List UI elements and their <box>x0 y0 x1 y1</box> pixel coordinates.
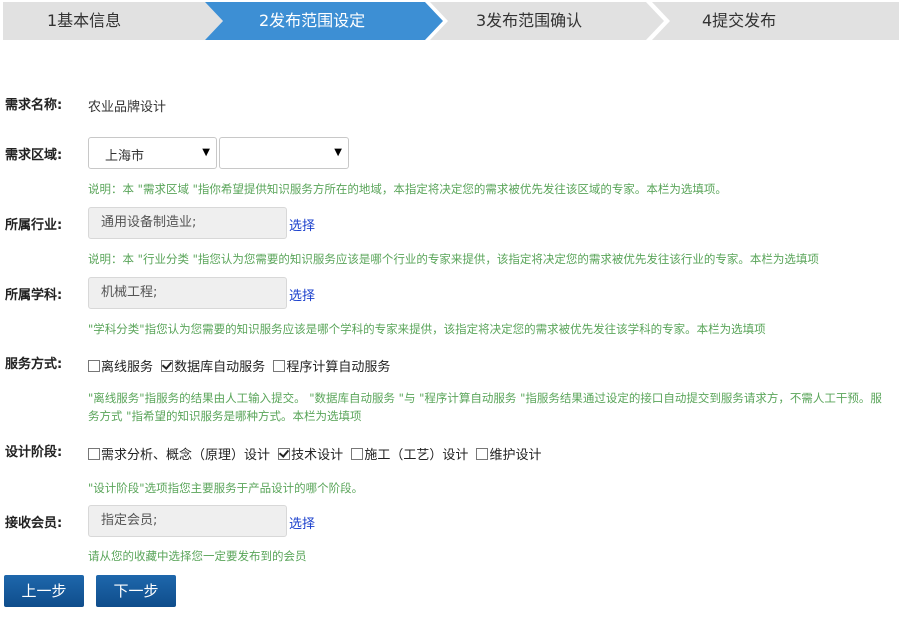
design-stage-hint: "设计阶段"选项指您主要服务于产品设计的哪个阶段。 <box>88 481 364 495</box>
step-label: 2发布范围设定 <box>259 11 366 30</box>
stage-option-maintenance[interactable]: 维护设计 <box>476 448 541 463</box>
option-label: 需求分析、概念（原理）设计 <box>101 448 271 463</box>
checkbox[interactable] <box>161 360 174 372</box>
step-scope-confirm: 3发布范围确认 <box>430 2 664 40</box>
discipline-hint: "学科分类"指您认为您需要的知识服务应该是哪个学科的专家来提供，该指定将决定您的… <box>88 322 766 336</box>
option-label: 程序计算自动服务 <box>286 360 391 375</box>
service-option-offline[interactable]: 离线服务 <box>88 360 153 375</box>
dropdown-arrow-icon: ▼ <box>202 147 210 158</box>
checkbox[interactable] <box>351 448 364 460</box>
receiver-label: 接收会员: <box>5 516 63 531</box>
province-select[interactable]: 上海市 ▼ <box>88 137 217 169</box>
checkbox[interactable] <box>273 360 286 372</box>
stage-option-technical[interactable]: 技术设计 <box>278 448 343 463</box>
region-label: 需求区域: <box>5 148 63 163</box>
service-option-program[interactable]: 程序计算自动服务 <box>273 360 390 375</box>
industry-label: 所属行业: <box>5 218 63 233</box>
step-label: 3发布范围确认 <box>476 11 583 30</box>
service-option-database[interactable]: 数据库自动服务 <box>161 360 265 375</box>
step-label: 4提交发布 <box>702 11 777 30</box>
option-label: 数据库自动服务 <box>174 360 266 375</box>
prev-step-button[interactable]: 上一步 <box>4 575 84 607</box>
receiver-select-link[interactable]: 选择 <box>289 513 315 532</box>
industry-select-link[interactable]: 选择 <box>289 215 315 234</box>
city-select[interactable]: ▼ <box>219 137 349 169</box>
stage-option-concept[interactable]: 需求分析、概念（原理）设计 <box>88 448 270 463</box>
discipline-select-link[interactable]: 选择 <box>289 285 315 304</box>
design-stage-options: 需求分析、概念（原理）设计 技术设计 施工（工艺）设计 维护设计 <box>88 444 545 463</box>
demand-name-value: 农业品牌设计 <box>88 100 167 115</box>
checkbox[interactable] <box>88 360 100 372</box>
receiver-field[interactable]: 指定会员; <box>88 505 287 537</box>
receiver-hint: 请从您的收藏中选择您一定要发布到的会员 <box>88 549 307 563</box>
service-mode-hint: "离线服务"指服务的结果由人工输入提交。 "数据库自动服务 "与 "程序计算自动… <box>88 391 882 423</box>
option-label: 维护设计 <box>489 448 542 463</box>
industry-hint: 说明：本 "行业分类 "指您认为您需要的知识服务应该是哪个行业的专家来提供，该指… <box>88 252 819 266</box>
checkbox[interactable] <box>476 448 489 460</box>
design-stage-label: 设计阶段: <box>5 445 63 460</box>
step-basic-info: 1基本信息 <box>3 2 223 40</box>
checkbox[interactable] <box>88 448 100 460</box>
demand-name-label: 需求名称: <box>5 98 63 113</box>
discipline-label: 所属学科: <box>5 288 63 303</box>
region-hint: 说明：本 "需求区域 "指你希望提供知识服务方所在的地域，本指定将决定您的需求被… <box>88 182 727 196</box>
option-label: 离线服务 <box>101 360 154 375</box>
stage-option-construction[interactable]: 施工（工艺）设计 <box>351 448 468 463</box>
service-mode-label: 服务方式: <box>5 357 63 372</box>
service-mode-options: 离线服务 数据库自动服务 程序计算自动服务 <box>88 356 394 375</box>
option-label: 技术设计 <box>291 448 344 463</box>
dropdown-arrow-icon: ▼ <box>334 147 342 158</box>
discipline-field[interactable]: 机械工程; <box>88 277 287 309</box>
option-label: 施工（工艺）设计 <box>364 448 469 463</box>
province-select-value: 上海市 <box>105 149 145 164</box>
checkbox[interactable] <box>278 448 291 460</box>
step-label: 1基本信息 <box>47 11 122 30</box>
step-scope-setting: 2发布范围设定 <box>205 2 443 40</box>
next-step-button[interactable]: 下一步 <box>96 575 176 607</box>
step-submit: 4提交发布 <box>652 2 899 40</box>
step-progress-bar: 1基本信息 2发布范围设定 3发布范围确认 4提交发布 <box>0 0 899 42</box>
industry-field[interactable]: 通用设备制造业; <box>88 207 287 239</box>
